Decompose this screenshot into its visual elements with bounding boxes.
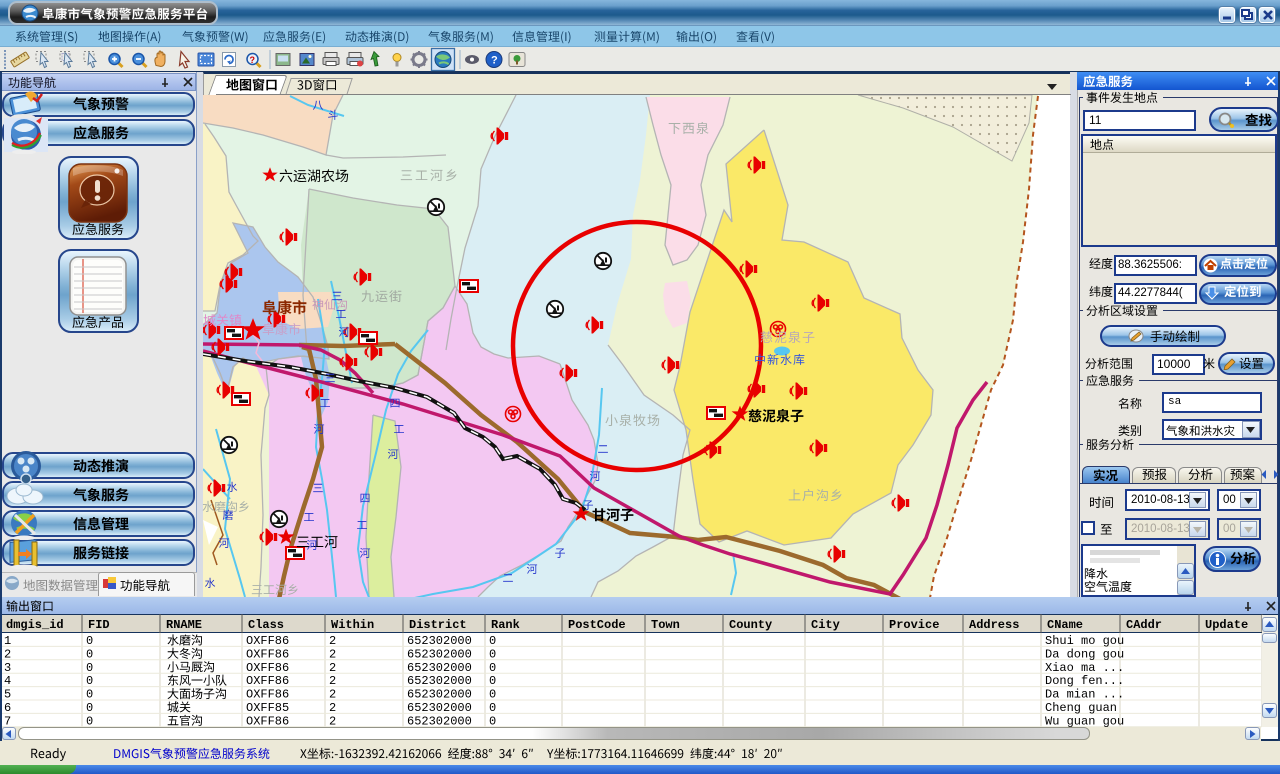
svg-text:Provice: Provice xyxy=(889,618,939,632)
svg-text:OXFF86: OXFF86 xyxy=(246,674,289,688)
svg-text:652302000: 652302000 xyxy=(407,634,472,648)
svg-text:District: District xyxy=(409,618,467,632)
svg-text:0: 0 xyxy=(489,647,496,661)
svg-text:City: City xyxy=(811,618,840,632)
svg-text:652302000: 652302000 xyxy=(407,647,472,661)
svg-text:Address: Address xyxy=(969,618,1019,632)
svg-text:Dong fen...: Dong fen... xyxy=(1045,674,1124,688)
svg-text:?: ? xyxy=(491,55,498,67)
svg-text:0: 0 xyxy=(489,634,496,648)
svg-text:Within: Within xyxy=(331,618,374,632)
svg-text:0: 0 xyxy=(86,674,93,688)
svg-text:1: 1 xyxy=(4,634,11,648)
svg-text:Town: Town xyxy=(651,618,680,632)
svg-text:Da mian ...: Da mian ... xyxy=(1045,688,1124,702)
svg-text:OXFF86: OXFF86 xyxy=(246,688,289,702)
svg-text:Shui mo gou: Shui mo gou xyxy=(1045,634,1124,648)
svg-text:652302000: 652302000 xyxy=(407,688,472,702)
svg-text:CAddr: CAddr xyxy=(1126,618,1162,632)
svg-text:4: 4 xyxy=(4,674,11,688)
svg-text:0: 0 xyxy=(86,647,93,661)
svg-text:2: 2 xyxy=(329,688,336,702)
svg-text:652302000: 652302000 xyxy=(407,701,472,715)
svg-text:652302000: 652302000 xyxy=(407,661,472,675)
svg-text:County: County xyxy=(729,618,772,632)
svg-text:2: 2 xyxy=(329,634,336,648)
svg-text:OXFF86: OXFF86 xyxy=(246,661,289,675)
svg-text:?: ? xyxy=(250,55,256,65)
svg-text:0: 0 xyxy=(86,661,93,675)
svg-text:OXFF86: OXFF86 xyxy=(246,634,289,648)
svg-text:Xiao ma ...: Xiao ma ... xyxy=(1045,661,1124,675)
svg-text:5: 5 xyxy=(4,688,11,702)
svg-text:Cheng guan: Cheng guan xyxy=(1045,701,1117,715)
svg-text:0: 0 xyxy=(489,688,496,702)
svg-text:0: 0 xyxy=(489,674,496,688)
svg-text:0: 0 xyxy=(489,661,496,675)
svg-text:FID: FID xyxy=(88,618,110,632)
svg-text:2: 2 xyxy=(329,674,336,688)
svg-text:dmgis_id: dmgis_id xyxy=(6,618,64,632)
svg-text:CName: CName xyxy=(1047,618,1083,632)
svg-text:PostCode: PostCode xyxy=(568,618,626,632)
svg-text:2: 2 xyxy=(329,661,336,675)
svg-text:3: 3 xyxy=(4,661,11,675)
svg-text:OXFF85: OXFF85 xyxy=(246,701,289,715)
svg-text:6: 6 xyxy=(4,701,11,715)
svg-text:Rank: Rank xyxy=(491,618,520,632)
svg-text:652302000: 652302000 xyxy=(407,674,472,688)
svg-text:0: 0 xyxy=(86,634,93,648)
svg-text:OXFF86: OXFF86 xyxy=(246,647,289,661)
svg-text:0: 0 xyxy=(86,701,93,715)
svg-text:Da dong gou: Da dong gou xyxy=(1045,647,1124,661)
svg-text:2: 2 xyxy=(4,647,11,661)
svg-text:2: 2 xyxy=(329,647,336,661)
svg-text:0: 0 xyxy=(86,688,93,702)
svg-text:Update: Update xyxy=(1205,618,1248,632)
svg-text:RNAME: RNAME xyxy=(166,618,202,632)
svg-text:0: 0 xyxy=(489,701,496,715)
svg-text:Class: Class xyxy=(248,618,284,632)
svg-text:2: 2 xyxy=(329,701,336,715)
